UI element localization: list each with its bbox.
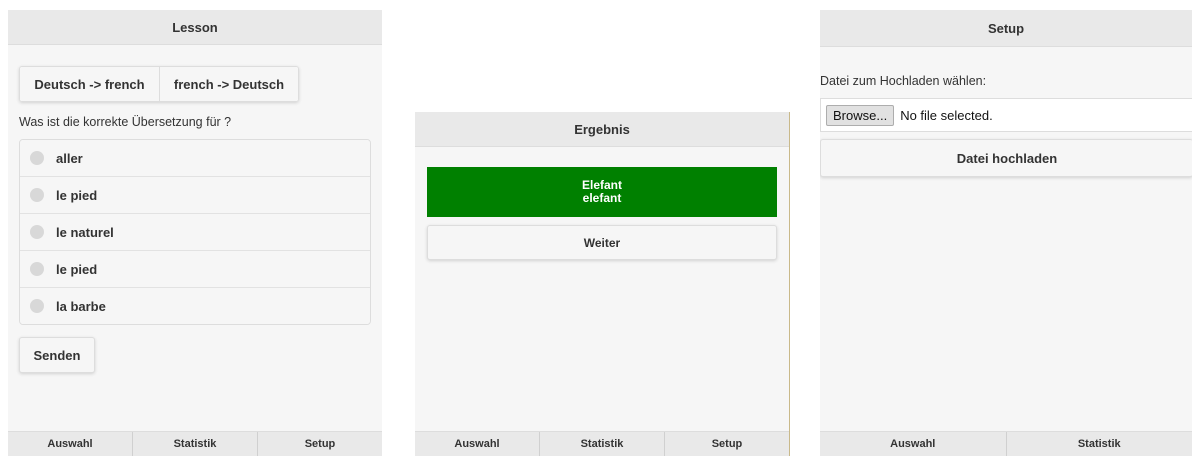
tab-statistik[interactable]: Statistik [133,432,258,456]
answer-french: elefant [582,191,622,205]
submit-button[interactable]: Senden [19,337,95,373]
answer-option[interactable]: la barbe [20,288,370,324]
file-prompt-label: Datei zum Hochladen wählen: [820,74,987,88]
radio-dot-icon [30,188,44,202]
tab-statistik[interactable]: Statistik [1007,432,1192,456]
tab-auswahl[interactable]: Auswahl [820,432,1007,456]
answer-option[interactable]: le naturel [20,214,370,251]
answer-label: la barbe [56,298,106,314]
setup-header: Setup [820,10,1192,47]
answer-option[interactable]: le pied [20,251,370,288]
direction-option-fr-de[interactable]: french -> Deutsch [159,67,298,101]
tab-auswahl[interactable]: Auswahl [8,432,133,456]
setup-panel: Setup Datei zum Hochladen wählen: Browse… [820,10,1192,456]
radio-dot-icon [30,151,44,165]
upload-button[interactable]: Datei hochladen [820,139,1192,177]
answer-label: le naturel [56,224,114,240]
answer-option[interactable]: le pied [20,177,370,214]
browse-button[interactable]: Browse... [826,104,895,126]
lesson-panel: Lesson Deutsch -> french french -> Deuts… [8,10,382,456]
result-panel: Ergebnis Elefant elefant Weiter Auswahl … [415,112,790,456]
question-text: Was ist die korrekte Übersetzung für ? [19,115,232,129]
lesson-header: Lesson [8,10,382,45]
direction-option-de-fr[interactable]: Deutsch -> french [20,67,159,101]
tab-statistik[interactable]: Statistik [540,432,665,456]
setup-title: Setup [987,20,1025,36]
direction-selector: Deutsch -> french french -> Deutsch [19,66,299,102]
radio-dot-icon [30,299,44,313]
radio-dot-icon [30,262,44,276]
result-title: Ergebnis [574,121,630,137]
answer-option[interactable]: aller [20,140,370,177]
result-footer-nav: Auswahl Statistik Setup [415,431,789,456]
answer-label: aller [56,150,83,166]
answer-list: aller le pied le naturel le pied la barb… [19,139,371,325]
answer-label: le pied [56,187,98,203]
answer-label: le pied [56,261,98,277]
result-header: Ergebnis [415,112,789,147]
tab-setup[interactable]: Setup [258,432,382,456]
correct-answer-box: Elefant elefant [427,167,777,217]
file-input[interactable]: Browse... No file selected. [820,98,1192,132]
tab-setup[interactable]: Setup [665,432,789,456]
setup-footer-nav: Auswahl Statistik [820,431,1192,456]
lesson-title: Lesson [172,19,218,35]
next-button[interactable]: Weiter [427,225,777,260]
file-status-text: No file selected. [900,107,993,123]
lesson-footer-nav: Auswahl Statistik Setup [8,431,382,456]
tab-auswahl[interactable]: Auswahl [415,432,540,456]
radio-dot-icon [30,225,44,239]
